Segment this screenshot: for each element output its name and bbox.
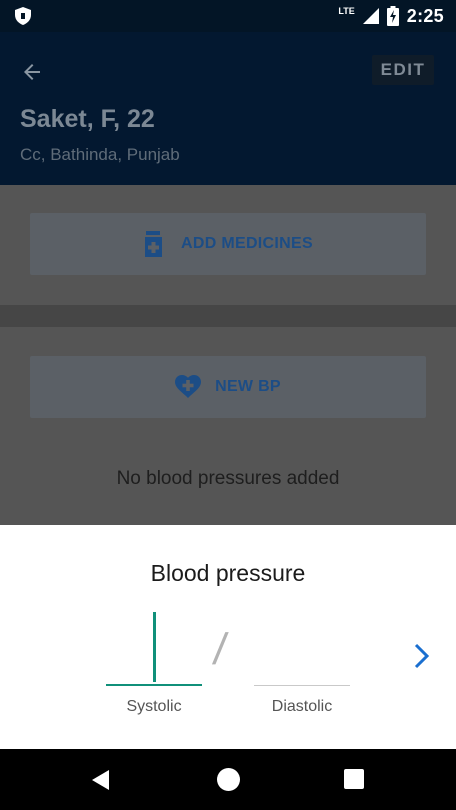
diastolic-input[interactable] (254, 612, 350, 686)
arrow-back-icon (24, 64, 40, 80)
edit-button[interactable]: EDIT (372, 55, 434, 85)
chevron-right-icon (414, 643, 430, 669)
patient-name: Saket, F, 22 (20, 105, 155, 133)
systolic-input[interactable] (106, 612, 202, 686)
add-medicine-icon (145, 231, 163, 257)
nav-back-icon[interactable] (89, 768, 113, 792)
text-cursor (153, 612, 156, 682)
summary-content: ADD MEDICINES NEW BP No blood pressures … (0, 185, 456, 525)
new-bp-label: NEW BP (215, 378, 281, 395)
patient-header: EDIT Saket, F, 22 Cc, Bathinda, Punjab (0, 32, 456, 185)
medicines-card: ADD MEDICINES (0, 185, 456, 305)
signal-icon (362, 8, 379, 24)
battery-charging-icon (386, 6, 399, 26)
add-medicines-button[interactable]: ADD MEDICINES (30, 213, 426, 275)
systolic-label: Systolic (126, 698, 182, 715)
status-bar: LTE 2:25 (0, 0, 456, 32)
nav-home-icon[interactable] (217, 768, 240, 791)
next-button[interactable] (404, 638, 440, 674)
bp-separator: / (210, 625, 230, 674)
diastolic-label: Diastolic (271, 698, 333, 715)
nav-recents-icon[interactable] (344, 769, 364, 789)
status-clock: 2:25 (406, 5, 444, 26)
add-medicines-label: ADD MEDICINES (181, 235, 313, 252)
blood-pressure-card: NEW BP No blood pressures added (0, 327, 456, 525)
patient-location: Cc, Bathinda, Punjab (20, 145, 180, 164)
shield-notification-icon (15, 7, 31, 25)
no-blood-pressures-text: No blood pressures added (116, 468, 340, 489)
system-navigation-bar (0, 749, 456, 810)
blood-pressure-entry-sheet: Blood pressure / Systolic Diastolic (0, 525, 456, 749)
sheet-title: Blood pressure (150, 560, 306, 586)
new-bp-button[interactable]: NEW BP (30, 356, 426, 418)
network-type-label: LTE (338, 5, 355, 16)
heart-plus-icon (175, 375, 202, 398)
back-button[interactable] (20, 57, 60, 87)
